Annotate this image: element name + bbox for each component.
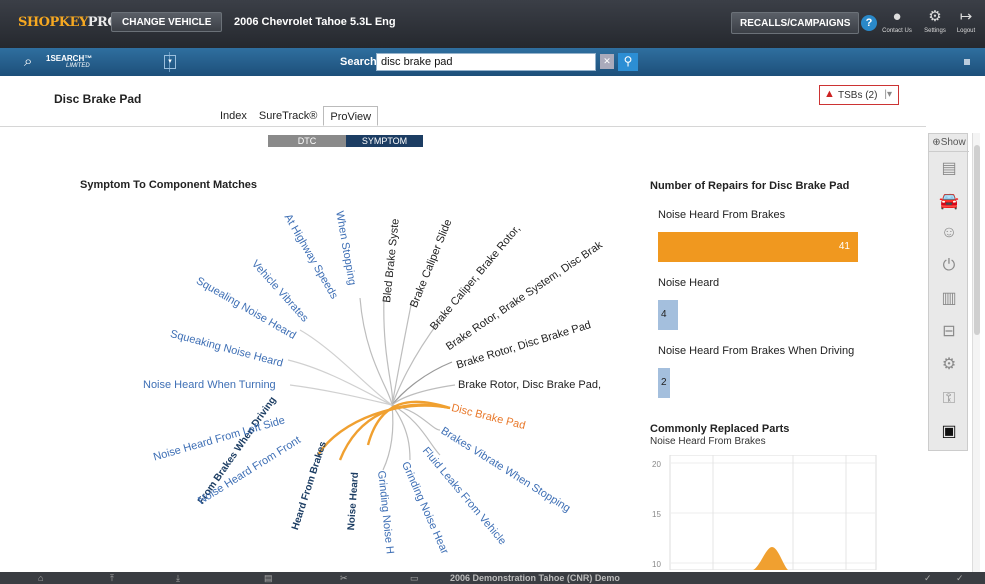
- scroll-bottom-icon[interactable]: ⤓: [176, 572, 180, 584]
- power-icon[interactable]: ⏻: [937, 255, 961, 277]
- scroll-top-icon[interactable]: ⤒: [110, 572, 114, 584]
- parts-chart-title: Commonly Replaced Parts: [650, 423, 790, 435]
- show-button[interactable]: ⊕Show: [929, 134, 969, 152]
- car-icon[interactable]: 🚘: [937, 191, 961, 213]
- chord-symptom-label[interactable]: At Highway Speeds: [282, 212, 340, 301]
- chord-symptom-label[interactable]: Brakes Vibrate When Stopping: [439, 425, 573, 515]
- show-icon: ⊕: [932, 137, 941, 148]
- repair-item-label: Noise Heard From Brakes When Driving: [658, 345, 855, 357]
- repair-bar[interactable]: 41: [658, 232, 858, 262]
- chord-component-label[interactable]: Bled Brake Syste: [381, 218, 402, 303]
- engine-icon[interactable]: ⚙: [937, 354, 961, 376]
- vertical-scrollbar[interactable]: [972, 133, 980, 573]
- chord-symptom-label[interactable]: Noise Heard: [346, 472, 361, 531]
- print-icon[interactable]: ▤: [264, 572, 273, 584]
- parts-tick-label: 20: [652, 460, 661, 469]
- chord-component-label[interactable]: Brake Caliper Slide: [408, 218, 454, 310]
- bottom-vehicle-label: 2006 Demonstration Tahoe (CNR) Demo: [450, 573, 620, 583]
- repair-item-label: Noise Heard: [658, 277, 720, 289]
- chord-component-label[interactable]: Brake Rotor, Disc Brake Pad,: [458, 379, 601, 391]
- repair-bar[interactable]: 4: [658, 300, 678, 330]
- chord-component-label[interactable]: Brake Rotor, Brake System, Disc Brak: [444, 239, 605, 353]
- repairs-chart-title: Number of Repairs for Disc Brake Pad: [650, 180, 850, 192]
- tool-sidebar: ⊕Show ▤ 🚘 ☺ ⏻ ▥ ⊟ ⚙ ⚿ ▣: [928, 133, 969, 451]
- folder-icon[interactable]: ▭: [410, 572, 419, 584]
- home-icon[interactable]: ⌂: [38, 572, 43, 584]
- chord-symptom-label[interactable]: Squeaking Noise Heard: [169, 328, 284, 370]
- parts-tick-label: 15: [652, 510, 661, 519]
- parts-tick-label: 10: [652, 560, 661, 569]
- parts-chart-subtitle: Noise Heard From Brakes: [650, 436, 766, 447]
- check-icon[interactable]: ✓: [924, 572, 932, 584]
- chord-symptom-label[interactable]: Grinding Noise H: [375, 470, 396, 555]
- scrollbar-thumb[interactable]: [974, 145, 980, 335]
- parts-chart: 20 15 10: [652, 455, 877, 570]
- tools-icon[interactable]: ✂: [340, 572, 348, 584]
- chord-symptom-label[interactable]: When Stopping: [333, 210, 358, 286]
- chord-highlight-label[interactable]: Disc Brake Pad: [450, 402, 526, 432]
- book-icon[interactable]: ▥: [937, 288, 961, 310]
- check-all-icon[interactable]: ✓: [956, 572, 964, 584]
- document-icon[interactable]: ▤: [937, 158, 961, 180]
- chord-symptom-label[interactable]: Heard From Brakes: [290, 440, 329, 531]
- show-label: Show: [940, 137, 966, 148]
- bottom-bar: ⌂ ⤒ ⤓ ▤ ✂ ▭ 2006 Demonstration Tahoe (CN…: [0, 572, 985, 584]
- key-icon[interactable]: ⚿: [937, 388, 961, 410]
- tsb-icon[interactable]: ▣: [937, 421, 961, 443]
- repair-item-label: Noise Heard From Brakes: [658, 209, 786, 221]
- user-icon[interactable]: ☺: [937, 222, 961, 244]
- component-icon[interactable]: ⊟: [937, 321, 961, 343]
- repair-bar[interactable]: 2: [658, 368, 670, 398]
- chord-symptom-label[interactable]: Noise Heard When Turning: [143, 379, 276, 391]
